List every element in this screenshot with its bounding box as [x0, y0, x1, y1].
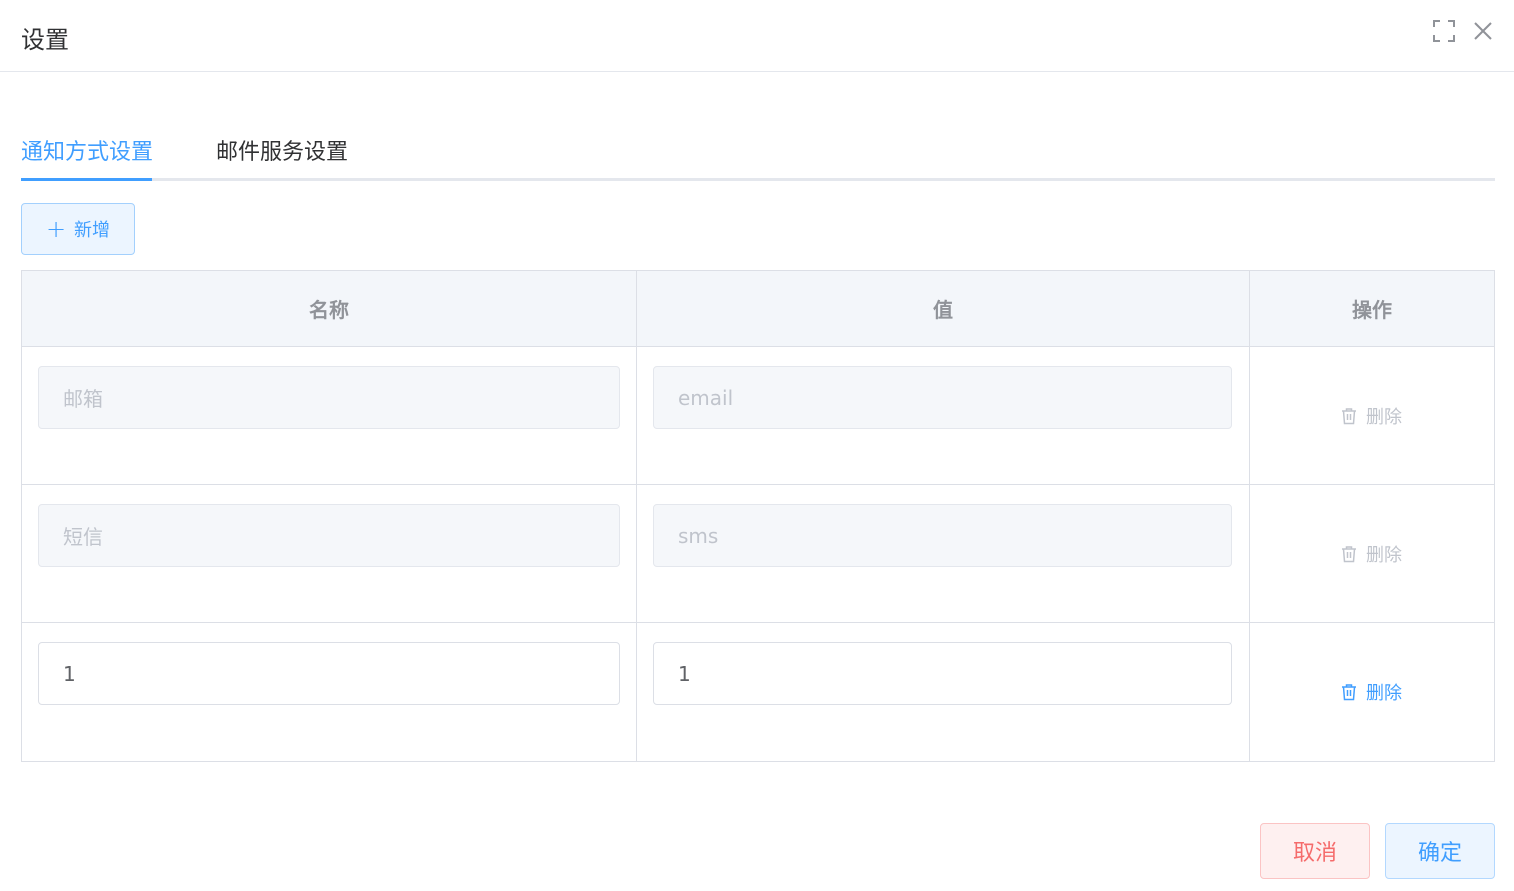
close-icon[interactable] [1472, 20, 1494, 42]
name-input[interactable]: 1 [38, 642, 620, 705]
delete-button: 删除 [1340, 541, 1402, 567]
header-action: 操作 [1352, 298, 1392, 322]
delete-button: 删除 [1340, 403, 1402, 429]
table-row: 邮箱 email 删除 [22, 347, 1494, 485]
fullscreen-icon[interactable] [1433, 20, 1455, 42]
value-input: email [653, 366, 1232, 429]
delete-button[interactable]: 删除 [1340, 679, 1402, 705]
tab-mail-service-settings[interactable]: 邮件服务设置 [216, 134, 348, 166]
trash-icon [1342, 408, 1356, 425]
value-input: sms [653, 504, 1232, 567]
header-name: 名称 [22, 271, 637, 346]
add-button[interactable]: + 新增 [21, 203, 135, 255]
notification-table: 名称 值 操作 邮箱 email 删除 短信 sms 删除 1 1 删除 [21, 270, 1495, 762]
table-row: 短信 sms 删除 [22, 485, 1494, 623]
plus-icon: + [45, 215, 67, 243]
trash-icon [1342, 684, 1356, 701]
tab-notification-settings[interactable]: 通知方式设置 [21, 134, 153, 166]
confirm-button[interactable]: 确定 [1385, 823, 1495, 879]
settings-dialog: 设置 通知方式设置 邮件服务设置 + 新增 名称 值 操作 邮箱 email 删… [0, 0, 1514, 891]
name-input: 短信 [38, 504, 620, 567]
tab-bar: 通知方式设置 邮件服务设置 [21, 130, 1495, 181]
name-input: 邮箱 [38, 366, 620, 429]
cancel-button[interactable]: 取消 [1260, 823, 1370, 879]
value-input[interactable]: 1 [653, 642, 1232, 705]
delete-label: 删除 [1366, 683, 1402, 704]
header-value: 值 [637, 271, 1250, 346]
delete-label: 删除 [1366, 407, 1402, 428]
add-button-label: 新增 [74, 220, 111, 241]
table-row: 1 1 删除 [22, 623, 1494, 761]
active-tab-indicator [21, 178, 152, 181]
dialog-header: 设置 [0, 0, 1514, 72]
dialog-title: 设置 [21, 26, 69, 54]
delete-label: 删除 [1366, 545, 1402, 566]
table-header: 名称 值 操作 [22, 271, 1494, 347]
trash-icon [1342, 546, 1356, 563]
